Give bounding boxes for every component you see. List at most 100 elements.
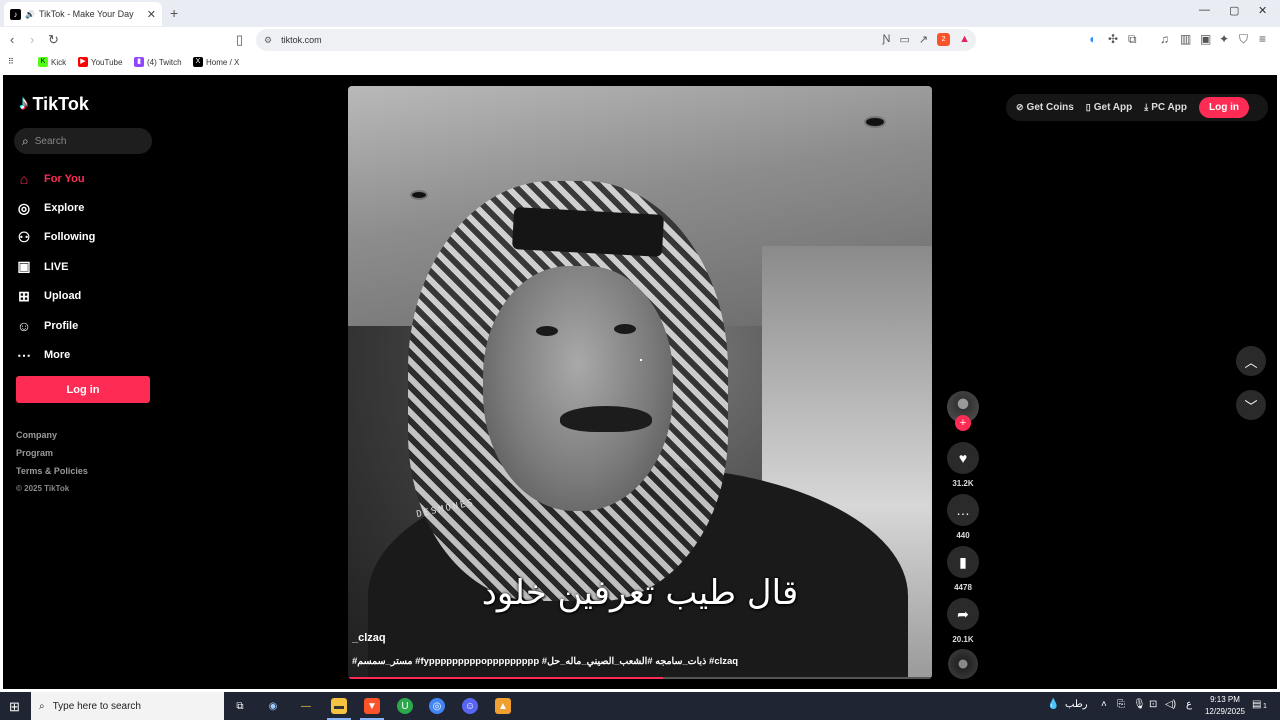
speaker-icon[interactable]: 🔊 — [25, 10, 35, 19]
search-icon[interactable]: ⌕ — [22, 134, 29, 149]
sidebar-nav: ⌂ For You ◎ Explore ⚇ Following ▣ LIVE ⊞… — [16, 164, 156, 370]
music-disc-icon[interactable] — [948, 649, 978, 679]
get-app-button[interactable]: ▯ Get App — [1086, 102, 1132, 113]
next-video-button[interactable]: ﹀ — [1236, 390, 1266, 420]
back-icon[interactable]: ‹ — [10, 32, 14, 47]
sidebar-item-explore[interactable]: ◎ Explore — [16, 193, 156, 222]
wallet-icon[interactable]: ▣ — [1200, 32, 1211, 46]
bookmark-icon[interactable]: ▯ — [236, 32, 243, 48]
tray-chevron-up-icon[interactable]: ˄ — [1101, 699, 1107, 710]
footer-link-terms[interactable]: Terms & Policies — [16, 466, 88, 484]
usb-icon[interactable]: ⎘ — [1117, 699, 1125, 710]
browser-tab[interactable]: ♪ 🔊 TikTok - Make Your Day ✕ — [4, 2, 162, 26]
video-author[interactable]: _clzaq — [352, 632, 386, 644]
windows-start-icon[interactable]: ⊞ — [9, 699, 20, 715]
translate-icon[interactable]: Ɲ — [883, 33, 891, 46]
maximize-button[interactable]: ▢ — [1229, 4, 1239, 17]
sidebar-item-profile[interactable]: ☺ Profile — [16, 311, 156, 340]
discord-icon[interactable]: ☺ — [462, 698, 478, 714]
vpn-icon[interactable]: ⛉ — [1239, 32, 1248, 47]
address-bar[interactable]: ⚙ tiktok.com Ɲ ▭ ↗ 2 ▲ — [256, 29, 976, 51]
brave-rewards-icon[interactable]: ▲ — [959, 33, 970, 46]
music-icon[interactable]: ♫ — [1160, 32, 1169, 46]
sidebar-item-more[interactable]: ⋯ More — [16, 340, 156, 369]
tab-title: TikTok - Make Your Day — [38, 9, 134, 19]
share-button[interactable]: ➦ — [947, 598, 979, 630]
search-icon: ⌕ — [39, 700, 45, 712]
sidebar-item-live[interactable]: ▣ LIVE — [16, 252, 156, 281]
new-tab-button[interactable]: + — [170, 5, 178, 21]
previous-video-button[interactable]: ︿ — [1236, 346, 1266, 376]
terminal-icon[interactable]: — — [298, 698, 314, 714]
search-box[interactable]: ⌕ — [14, 128, 152, 154]
home-icon: ⌂ — [19, 170, 29, 187]
apps-grid-icon[interactable]: ⠿ — [8, 57, 14, 66]
reload-icon[interactable]: ↻ — [48, 32, 59, 48]
video-player[interactable]: DESMONES قال طيب تعرفين خلود _clzaq #مست… — [348, 86, 932, 679]
sidebar-item-upload[interactable]: ⊞ Upload — [16, 282, 156, 311]
bookmark-youtube[interactable]: ▶ YouTube — [78, 57, 122, 67]
twitch-icon: ▮ — [134, 57, 144, 67]
file-explorer-icon[interactable]: ▬ — [327, 698, 351, 720]
upwork-icon[interactable]: U — [397, 698, 413, 714]
task-view-icon[interactable]: ⧉ — [232, 698, 248, 714]
follow-plus-icon[interactable]: + — [955, 415, 971, 431]
share-count: 20.1K — [952, 635, 974, 644]
phone-icon: ▯ — [1085, 102, 1091, 112]
vlc-icon[interactable]: ▲ — [495, 698, 511, 714]
audio-icon[interactable]: ◖ — [1088, 32, 1095, 46]
notifications-icon[interactable]: ▤ — [1252, 699, 1261, 710]
screenshot-icon[interactable]: ⧉ — [1128, 32, 1137, 47]
sidebar-item-for-you[interactable]: ⌂ For You — [16, 164, 156, 193]
header-login-button[interactable]: Log in — [1198, 97, 1249, 118]
video-frame-face — [483, 266, 673, 511]
tab-close-icon[interactable]: ✕ — [147, 8, 156, 21]
footer-link-program[interactable]: Program — [16, 448, 88, 466]
leo-ai-icon[interactable]: ✦ — [1219, 32, 1229, 46]
bookmark-twitch[interactable]: ▮ (4) Twitch — [134, 57, 182, 67]
url-text[interactable]: tiktok.com — [281, 35, 322, 45]
video-frame-mustache — [560, 406, 652, 432]
share-arrow-icon: ➦ — [957, 605, 969, 622]
like-button[interactable]: ♥ — [947, 442, 979, 474]
volume-icon[interactable]: ◁) — [1165, 699, 1176, 710]
weather-text[interactable]: رطب — [1065, 699, 1088, 710]
minimize-button[interactable]: — — [1199, 4, 1210, 16]
menu-icon[interactable]: ≡ — [1259, 32, 1266, 46]
sidebar-item-following[interactable]: ⚇ Following — [16, 223, 156, 252]
weather-icon[interactable]: 💧 — [1047, 699, 1059, 710]
taskbar-search[interactable]: ⌕ — [31, 692, 224, 720]
sidebar-login-button[interactable]: Log in — [16, 376, 150, 403]
pc-app-button[interactable]: ⤓ PC App — [1144, 102, 1187, 113]
get-coins-button[interactable]: ⊘ Get Coins — [1016, 102, 1074, 113]
extensions-icon[interactable]: ✣ — [1108, 32, 1118, 46]
cast-icon[interactable]: ▭ — [899, 33, 909, 46]
tiktok-page: ♪ TikTok ⌕ ⌂ For You ◎ Explore ⚇ Followi… — [3, 75, 1277, 689]
sidebar-icon[interactable]: ▥ — [1180, 32, 1191, 46]
brave-browser-icon[interactable]: ▼ — [360, 698, 384, 720]
search-input[interactable] — [34, 135, 135, 147]
like-count: 31.2K — [952, 479, 974, 488]
video-hashtags[interactable]: #مستر_سمسم #fypppppppppoppppppppp #ذبات_… — [352, 656, 928, 667]
microphone-icon[interactable]: 🎙 — [1133, 699, 1146, 710]
tiktok-logo[interactable]: ♪ TikTok — [19, 93, 89, 115]
comment-count: 440 — [956, 531, 970, 540]
save-button[interactable]: ▮ — [947, 546, 979, 578]
chrome-icon[interactable]: ◎ — [429, 698, 445, 714]
coin-icon: ⊘ — [1016, 102, 1024, 112]
forward-icon[interactable]: › — [30, 32, 34, 47]
more-icon: ⋯ — [17, 346, 31, 363]
brave-shields-icon[interactable]: 2 — [937, 33, 951, 46]
site-settings-icon[interactable]: ⚙ — [264, 35, 272, 46]
share-icon[interactable]: ↗ — [919, 33, 928, 46]
footer-link-company[interactable]: Company — [16, 430, 88, 448]
taskbar-search-input[interactable] — [52, 700, 173, 712]
bookmark-kick[interactable]: K Kick — [38, 57, 66, 67]
language-indicator[interactable]: ع — [1186, 699, 1192, 710]
taskbar-clock[interactable]: 9:13 PM 12/29/2025 — [1203, 694, 1247, 718]
steam-icon[interactable]: ◉ — [265, 698, 281, 714]
window-close-button[interactable]: ✕ — [1258, 4, 1267, 17]
network-icon[interactable]: ⊡ — [1149, 699, 1157, 710]
bookmark-x[interactable]: X Home / X — [193, 57, 239, 67]
comment-button[interactable]: … — [947, 494, 979, 526]
